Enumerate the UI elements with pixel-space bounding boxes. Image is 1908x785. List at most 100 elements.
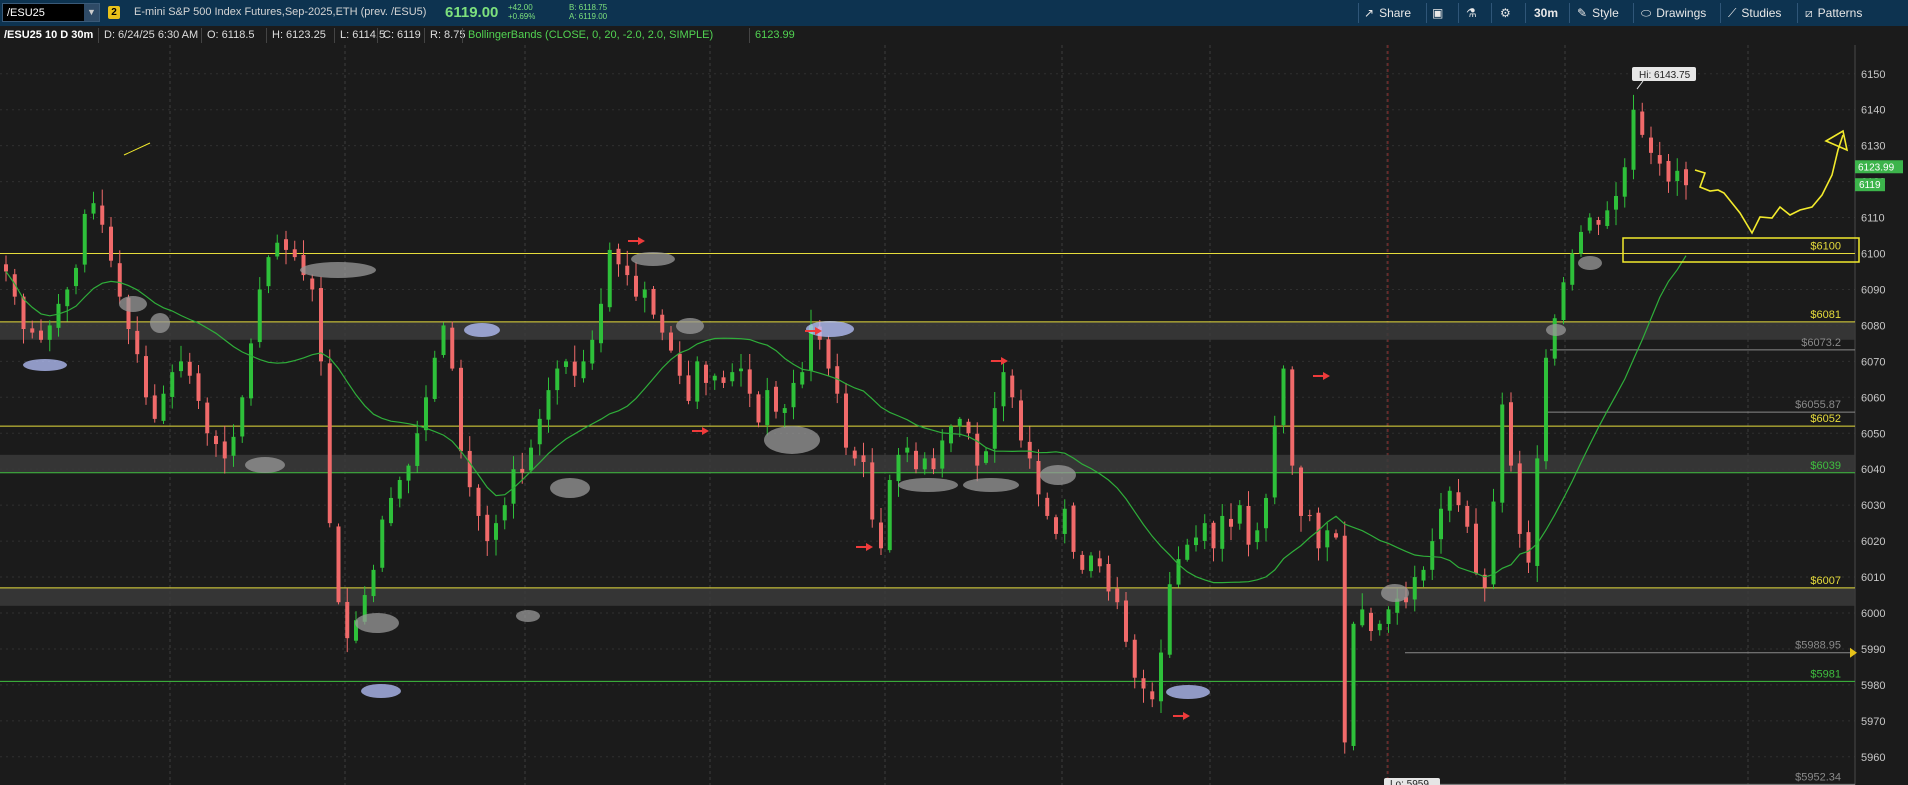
candle: [1211, 522, 1216, 549]
candle: [459, 367, 463, 452]
candle: [887, 479, 892, 551]
candle: [992, 408, 997, 449]
toolbar-divider: [1525, 3, 1526, 23]
candle: [966, 421, 971, 434]
price-level-label: $6007: [1810, 575, 1841, 587]
candle: [275, 242, 280, 257]
candle: [922, 458, 927, 470]
link-group-badge[interactable]: 2: [108, 6, 120, 19]
toolbar-divider: [1426, 3, 1427, 23]
candle: [179, 361, 183, 372]
zone-marker-ellipse: [764, 426, 820, 454]
low-label-text: Lo: 5959: [1390, 779, 1429, 785]
candle: [494, 523, 498, 540]
candle: [266, 257, 271, 287]
candle: [187, 361, 192, 376]
candle: [1605, 210, 1610, 226]
timeframe-button[interactable]: 30m: [1534, 0, 1558, 26]
flask-button[interactable]: ⚗: [1466, 0, 1482, 26]
symbol-period[interactable]: /ESU25 10 D 30m: [4, 29, 93, 41]
candle: [599, 303, 603, 344]
candle: [1132, 639, 1137, 678]
candle: [861, 455, 866, 463]
candle: [1334, 533, 1338, 538]
bollinger-study-label[interactable]: BollingerBands (CLOSE, 0, 20, -2.0, 2.0,…: [468, 29, 713, 41]
y-axis-tick-label: 6110: [1861, 213, 1885, 225]
candle: [310, 278, 315, 290]
settings-button[interactable]: ⚙: [1500, 0, 1516, 26]
candle: [975, 433, 980, 466]
zone-marker-ellipse: [1381, 584, 1409, 602]
candle: [826, 339, 831, 369]
toolbar-divider: [1720, 3, 1721, 23]
y-axis-tick-label: 6130: [1861, 141, 1885, 153]
price-level-label: $5952.34: [1795, 771, 1841, 783]
zone-marker-ellipse: [119, 296, 147, 312]
candle: [1640, 111, 1645, 135]
candle: [1386, 609, 1391, 624]
style-button[interactable]: ✎ Style: [1577, 0, 1619, 26]
zone-marker-ellipse: [550, 478, 590, 498]
studies-button[interactable]: ⟋ Studies: [1728, 0, 1781, 26]
screenshot-button[interactable]: ▣: [1432, 0, 1448, 26]
symbol-input[interactable]: /ESU25: [7, 7, 45, 19]
candle: [389, 497, 393, 524]
candle: [1264, 497, 1268, 529]
candle: [1036, 460, 1041, 495]
candle: [1202, 523, 1207, 541]
y-axis-tick-label: 6090: [1861, 284, 1885, 296]
percent-change: +0.69%: [508, 12, 536, 21]
candle: [520, 468, 525, 473]
candle: [1194, 537, 1198, 546]
candle: [170, 372, 175, 397]
low-label: Lo: 5959: [1384, 778, 1440, 785]
style-label: Style: [1592, 6, 1619, 20]
bollinger-value-text: 6123.99: [1858, 162, 1895, 173]
candle: [161, 393, 166, 421]
candle: [1141, 678, 1146, 689]
y-axis-tick-label: 6010: [1861, 572, 1885, 584]
candle: [791, 382, 796, 408]
chevron-down-icon[interactable]: ▼: [84, 4, 99, 21]
candle: [135, 330, 140, 355]
share-button[interactable]: ↗ Share: [1364, 0, 1411, 26]
candle: [30, 328, 35, 333]
y-axis-tick-label: 6100: [1861, 249, 1885, 261]
price-level-label: $5981: [1810, 668, 1841, 680]
candle: [634, 275, 638, 297]
info-divider: [749, 28, 750, 43]
symbol-selector[interactable]: /ESU25 ▼: [2, 3, 100, 22]
candle: [1272, 426, 1277, 498]
y-axis-tick-label: 6140: [1861, 105, 1885, 117]
candle: [380, 519, 385, 568]
y-axis-tick-label: 6020: [1861, 536, 1885, 548]
drawings-button[interactable]: ⬭ Drawings: [1641, 0, 1706, 26]
candle: [4, 264, 8, 272]
patterns-button[interactable]: ⧄ Patterns: [1805, 0, 1862, 26]
net-change: +42.00: [508, 3, 533, 12]
candle: [397, 479, 402, 499]
info-divider: [377, 28, 378, 43]
price-chart[interactable]: 6160615061406130612061106100609060806070…: [0, 45, 1908, 785]
studies-icon: ⟋: [1728, 6, 1737, 20]
price-change: +42.00 +0.69%: [508, 3, 535, 21]
zone-marker-ellipse: [361, 684, 401, 698]
style-icon: ✎: [1577, 6, 1588, 20]
y-axis-tick-label: 6050: [1861, 428, 1885, 440]
share-label: Share: [1379, 6, 1412, 20]
candle: [1570, 253, 1575, 285]
y-axis-tick-label: 6030: [1861, 500, 1885, 512]
toolbar-divider: [1358, 3, 1359, 23]
price-level-label: $5988.95: [1795, 640, 1841, 652]
y-axis-tick-label: 6040: [1861, 464, 1885, 476]
candle: [1299, 467, 1303, 516]
gear-icon: ⚙: [1500, 6, 1511, 20]
zone-marker-ellipse: [1166, 685, 1210, 699]
candle: [774, 386, 778, 412]
chart-background: [0, 45, 1908, 785]
candle: [607, 249, 612, 308]
zone-marker-ellipse: [245, 457, 285, 473]
candle: [1500, 404, 1505, 503]
candle: [1062, 508, 1067, 534]
candle: [1447, 490, 1452, 511]
